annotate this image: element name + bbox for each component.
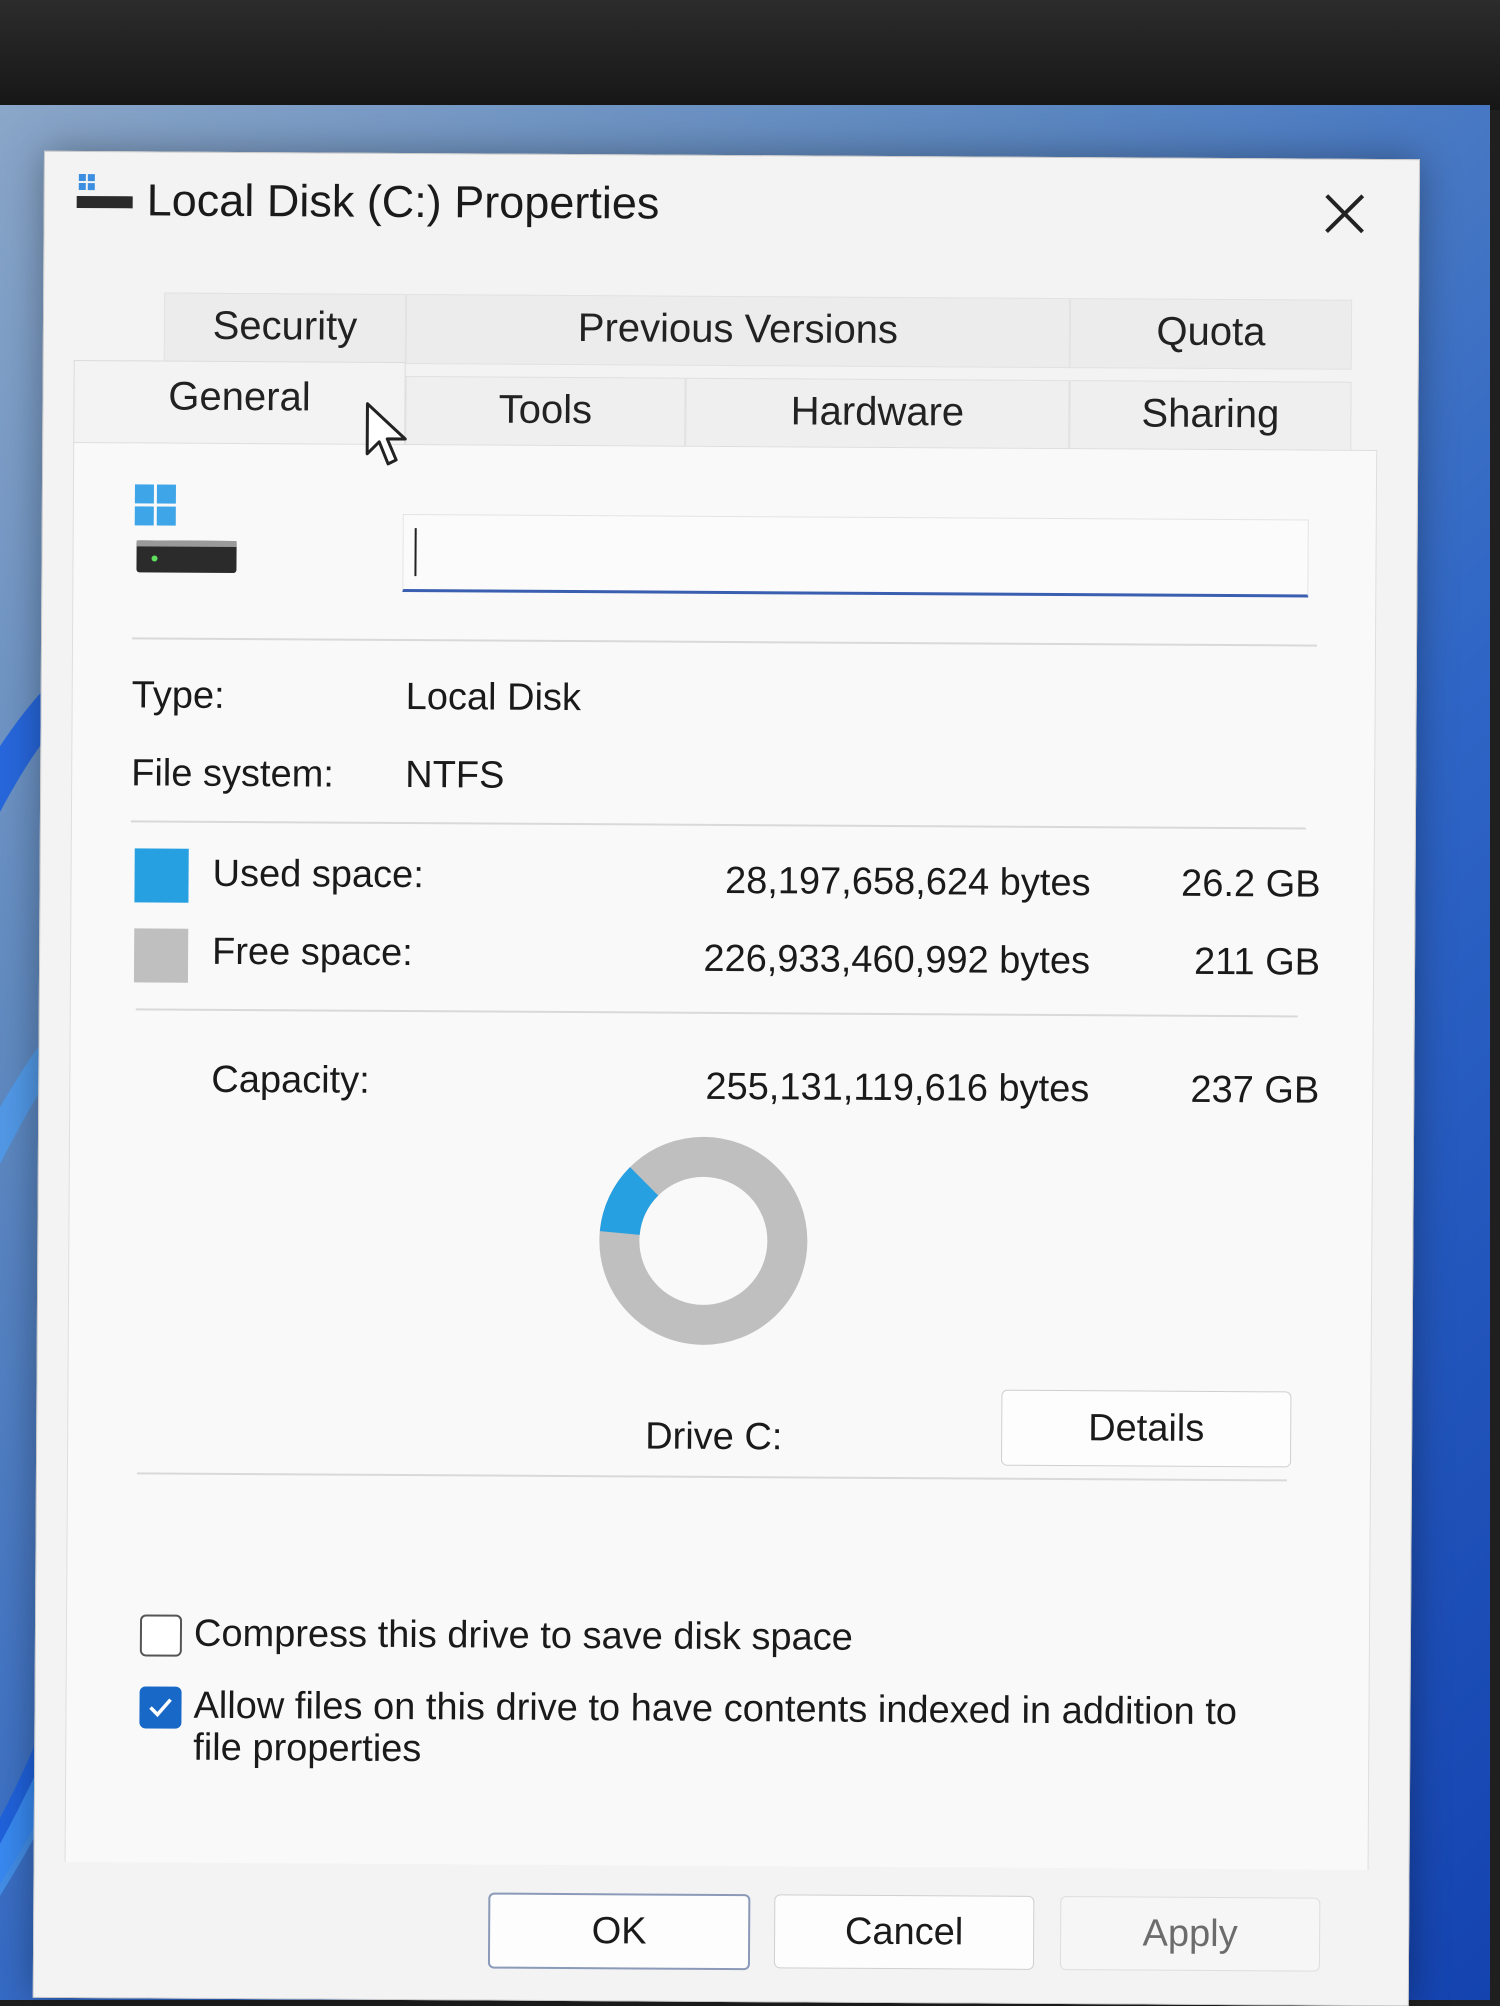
tab-general[interactable]: General	[73, 359, 406, 448]
used-space-swatch	[134, 848, 189, 903]
capacity-label: Capacity:	[211, 1058, 370, 1102]
checkmark-icon	[149, 1698, 172, 1718]
compress-checkbox[interactable]	[139, 1614, 183, 1657]
type-value: Local Disk	[405, 676, 582, 720]
title-bar[interactable]: Local Disk (C:) Properties	[44, 152, 1419, 270]
close-button[interactable]	[1308, 178, 1380, 250]
text-caret	[414, 528, 417, 577]
used-space-label: Used space:	[212, 852, 424, 897]
free-space-size: 211 GB	[1193, 940, 1321, 984]
monitor-bezel	[0, 0, 1500, 110]
capacity-bytes: 255,131,119,616 bytes	[705, 1065, 1090, 1111]
properties-dialog: Local Disk (C:) Properties Security Prev…	[32, 150, 1420, 2006]
cancel-button[interactable]: Cancel	[773, 1894, 1035, 1970]
drive-icon	[134, 484, 237, 573]
close-icon	[1325, 194, 1365, 234]
used-space-bytes: 28,197,658,624 bytes	[724, 859, 1091, 905]
window-title: Local Disk (C:) Properties	[146, 174, 660, 229]
capacity-size: 237 GB	[1190, 1068, 1320, 1112]
ok-button[interactable]: OK	[487, 1892, 751, 1971]
mouse-cursor-icon	[365, 402, 407, 466]
apply-button[interactable]: Apply	[1059, 1896, 1321, 1972]
tab-security[interactable]: Security	[163, 292, 407, 365]
free-space-label: Free space:	[211, 930, 413, 975]
drive-label-input[interactable]	[402, 513, 1309, 598]
used-space-size: 26.2 GB	[1181, 862, 1321, 906]
file-system-label: File system:	[131, 752, 335, 796]
type-label: Type:	[131, 674, 225, 717]
details-button[interactable]: Details	[1000, 1389, 1292, 1468]
disk-usage-donut-chart	[599, 1136, 808, 1345]
tab-sharing[interactable]: Sharing	[1069, 380, 1352, 452]
free-space-swatch	[133, 928, 189, 983]
drive-icon	[76, 174, 133, 209]
drive-caption: Drive C:	[645, 1415, 783, 1459]
index-label-line2[interactable]: file properties	[193, 1727, 421, 1771]
file-system-value: NTFS	[405, 754, 505, 797]
tab-hardware[interactable]: Hardware	[685, 377, 1070, 451]
tab-previous-versions[interactable]: Previous Versions	[405, 294, 1071, 369]
compress-label[interactable]: Compress this drive to save disk space	[194, 1613, 853, 1660]
tab-tools[interactable]: Tools	[405, 376, 686, 448]
tab-quota[interactable]: Quota	[1069, 298, 1353, 370]
index-checkbox[interactable]	[139, 1686, 182, 1729]
free-space-bytes: 226,933,460,992 bytes	[703, 937, 1091, 983]
